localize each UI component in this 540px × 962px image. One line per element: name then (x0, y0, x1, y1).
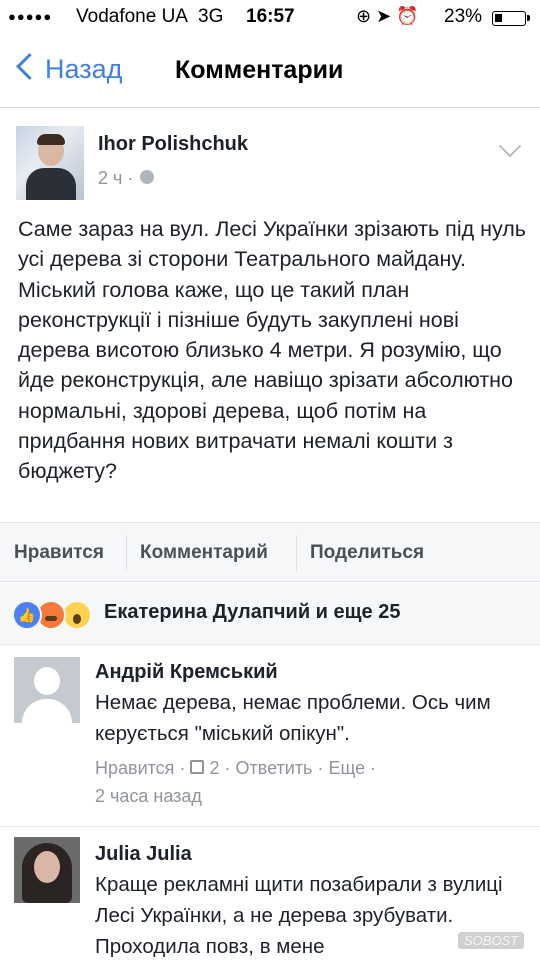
author-avatar[interactable] (16, 126, 84, 200)
comment-divider (0, 826, 540, 827)
signal-strength-icon: ●●●●● (8, 9, 53, 24)
post-action-bar: Нравится Комментарий Поделиться (0, 522, 540, 582)
comment-text: Немає дерева, немає проблеми. Ось чим ке… (95, 691, 491, 745)
battery-icon (492, 11, 530, 26)
post-time[interactable]: 2 ч (98, 168, 122, 188)
avatar[interactable] (14, 657, 80, 723)
status-icons: ⊕ ➤ ⏰ (356, 6, 419, 26)
post-author-name[interactable]: Ihor Polishchuk (98, 133, 248, 156)
status-bar: ●●●●● Vodafone UA 3G 16:57 ⊕ ➤ ⏰ 23% (0, 0, 540, 36)
separator: · (179, 758, 191, 778)
avatar[interactable] (14, 837, 80, 903)
comment-button[interactable]: Комментарий (140, 542, 268, 564)
separator: · (317, 758, 329, 778)
back-label: Назад (45, 54, 123, 84)
navigation-bar: Назад Комментарии (0, 36, 540, 108)
carrier-name: Vodafone UA (76, 6, 188, 27)
comment-time: 2 часа назад (95, 786, 202, 806)
comment-author-name[interactable]: Julia Julia (95, 843, 192, 866)
chevron-left-icon (16, 53, 43, 80)
reactions-text[interactable]: Екатерина Дулапчий и еще 25 (104, 601, 400, 624)
reply-button[interactable]: Ответить (236, 758, 313, 778)
page-title: Комментарии (175, 56, 344, 84)
chevron-down-icon[interactable] (498, 134, 522, 158)
comment-text: Краще рекламні щити позабирали з вулиці … (95, 873, 503, 958)
globe-icon (140, 170, 155, 185)
separator: · (224, 758, 236, 778)
reactions-summary[interactable]: 👍 Екатерина Дулапчий и еще 25 (0, 583, 540, 645)
like-reaction-icon: 👍 (12, 600, 42, 630)
separator: · (370, 758, 377, 778)
comment-author-name[interactable]: Андрій Кремський (95, 661, 278, 684)
back-button[interactable]: Назад (12, 53, 123, 85)
more-button[interactable]: Еще (328, 758, 365, 778)
comment-actions: Нравится · 2 · Ответить · Еще · (95, 758, 376, 779)
post-body-text: Саме зараз на вул. Лесі Українки зрізают… (18, 217, 527, 484)
share-button[interactable]: Поделиться (310, 542, 424, 564)
clock: 16:57 (246, 6, 295, 27)
divider (296, 535, 297, 571)
watermark: SOBOST (458, 932, 525, 949)
wow-reaction-icon (62, 600, 92, 630)
network-type: 3G (198, 6, 224, 27)
divider (126, 535, 127, 571)
meta-separator: · (122, 168, 139, 188)
battery-percentage: 23% (444, 6, 483, 27)
post-meta: 2 ч · (98, 168, 155, 189)
post-header: Ihor Polishchuk 2 ч · (0, 108, 540, 200)
like-button[interactable]: Нравится (14, 542, 104, 564)
thumbs-up-icon (190, 760, 205, 775)
comment-like-button[interactable]: Нравится (95, 758, 174, 778)
like-count[interactable]: 2 (209, 758, 219, 778)
